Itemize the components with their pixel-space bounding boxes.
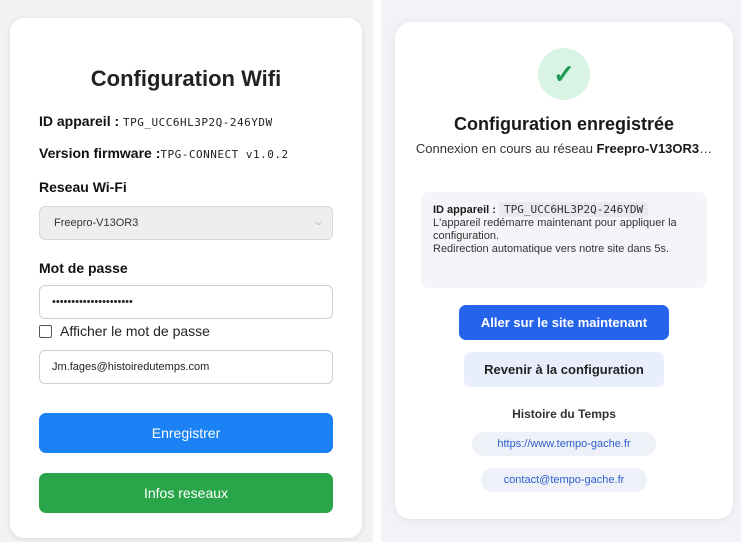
device-id-row: ID appareil : TPG_UCC6HL3P2Q-246YDW [39, 113, 273, 129]
info-device-id-row: ID appareil : TPG_UCC6HL3P2Q-246YDW [433, 202, 695, 217]
firmware-row: Version firmware :TPG-CONNECT v1.0.2 [39, 145, 289, 161]
password-value: ••••••••••••••••••••• [52, 296, 133, 308]
email-input[interactable]: Jm.fages@histoiredutemps.com [39, 350, 333, 384]
go-to-site-button[interactable]: Aller sur le site maintenant [459, 305, 669, 340]
email-value: Jm.fages@histoiredutemps.com [52, 361, 210, 373]
wifi-network-select[interactable]: Freepro-V13OR3 ⌵ [39, 206, 333, 240]
check-icon: ✓ [538, 48, 590, 100]
confirmation-card: ✓ Configuration enregistrée Connexion en… [395, 22, 733, 519]
company-name: Histoire du Temps [512, 407, 616, 421]
page-title: Configuration Wifi [90, 66, 282, 91]
status-prefix: Connexion en cours au réseau [415, 141, 597, 156]
contact-link[interactable]: contact@tempo-gache.fr [481, 468, 647, 492]
info-box: ID appareil : TPG_UCC6HL3P2Q-246YDW L'ap… [421, 192, 707, 288]
save-button[interactable]: Enregistrer [39, 413, 333, 453]
restart-message: L'appareil redémarre maintenant pour app… [433, 217, 677, 242]
info-device-id-value: TPG_UCC6HL3P2Q-246YDW [499, 202, 649, 217]
show-password-label: Afficher le mot de passe [60, 323, 210, 339]
password-input[interactable]: ••••••••••••••••••••• [39, 285, 333, 319]
wifi-network-selected: Freepro-V13OR3 [54, 217, 139, 229]
device-id-label: ID appareil : [39, 113, 124, 129]
info-device-id-label: ID appareil : [433, 204, 496, 216]
connection-status: Connexion en cours au réseau Freepro-V13… [415, 140, 713, 157]
network-info-button[interactable]: Infos reseaux [39, 473, 333, 513]
show-password-checkbox[interactable] [39, 324, 52, 338]
firmware-value: TPG-CONNECT v1.0.2 [160, 148, 289, 161]
chevron-down-icon: ⌵ [315, 217, 322, 227]
network-name: Freepro-V13OR3 [596, 141, 700, 156]
redirect-message: Redirection automatique vers notre site … [433, 243, 670, 255]
show-password-toggle[interactable]: Afficher le mot de passe [39, 323, 210, 339]
back-to-config-button[interactable]: Revenir à la configuration [464, 352, 664, 387]
wifi-network-label: Reseau Wi-Fi [39, 179, 127, 195]
website-link[interactable]: https://www.tempo-gache.fr [472, 432, 656, 456]
password-label: Mot de passe [39, 260, 128, 276]
device-id-value: TPG_UCC6HL3P2Q-246YDW [123, 116, 273, 129]
confirmation-title: Configuration enregistrée [453, 114, 675, 134]
wifi-config-card: Configuration Wifi ID appareil : TPG_UCC… [10, 18, 362, 538]
firmware-label: Version firmware : [39, 145, 161, 161]
status-suffix: … [699, 141, 713, 156]
